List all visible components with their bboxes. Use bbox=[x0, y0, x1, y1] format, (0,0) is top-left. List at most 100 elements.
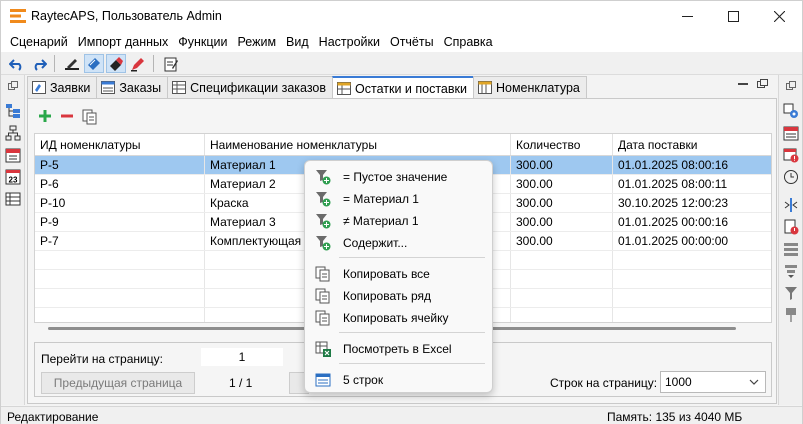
tab-minimize-icon[interactable] bbox=[736, 78, 750, 90]
settings-grid-icon[interactable] bbox=[783, 103, 799, 119]
cell-delivery-date[interactable]: 01.01.2025 00:00:00 bbox=[613, 232, 771, 250]
redo-icon bbox=[34, 58, 47, 71]
column-header-delivery-date[interactable]: Дата поставки bbox=[613, 134, 771, 155]
funnel-icon[interactable] bbox=[783, 285, 799, 301]
edit-mode-button[interactable] bbox=[84, 54, 104, 73]
stock-icon bbox=[337, 82, 352, 95]
tab-label: Заказы bbox=[119, 80, 162, 95]
hierarchy-icon[interactable] bbox=[5, 125, 21, 141]
status-memory: Память: 135 из 4040 МБ bbox=[607, 410, 743, 424]
cell-id[interactable]: P-7 bbox=[35, 232, 205, 250]
close-button[interactable] bbox=[756, 1, 802, 31]
table-icon[interactable] bbox=[5, 191, 21, 207]
menu-mode[interactable]: Режим bbox=[233, 35, 282, 49]
cell-delivery-date[interactable]: 01.01.2025 00:00:16 bbox=[613, 213, 771, 231]
menu-import[interactable]: Импорт данных bbox=[73, 35, 173, 49]
app-window: RaytecAPS, Пользователь Admin Сценарий И… bbox=[0, 0, 803, 424]
cell-id[interactable]: P-9 bbox=[35, 213, 205, 231]
tab-nomenclature[interactable]: Номенклатура bbox=[472, 76, 587, 98]
requests-icon bbox=[32, 81, 46, 94]
date-23-icon[interactable]: 23 bbox=[5, 169, 21, 185]
column-header-id[interactable]: ИД номенклатуры bbox=[35, 134, 205, 155]
goto-page-input[interactable] bbox=[201, 348, 283, 366]
cell-delivery-date[interactable]: 30.10.2025 12:00:23 bbox=[613, 194, 771, 212]
pen-button[interactable] bbox=[62, 54, 82, 73]
tab-label: Остатки и поставки bbox=[355, 81, 467, 96]
menu-scenario[interactable]: Сценарий bbox=[5, 35, 73, 49]
calendar-icon[interactable] bbox=[5, 147, 21, 163]
filter-add-icon bbox=[316, 214, 331, 229]
pin-icon[interactable] bbox=[786, 81, 796, 91]
tab-orders[interactable]: Заказы bbox=[96, 76, 169, 98]
window-title: RaytecAPS, Пользователь Admin bbox=[31, 9, 222, 23]
menu-functions[interactable]: Функции bbox=[173, 35, 232, 49]
cell-delivery-date[interactable]: 01.01.2025 08:00:11 bbox=[613, 175, 771, 193]
marker-button[interactable] bbox=[128, 54, 148, 73]
copy-icon bbox=[315, 266, 330, 282]
schedule-icon[interactable] bbox=[783, 125, 799, 141]
add-icon[interactable] bbox=[38, 109, 52, 123]
filter-not-equals-menu-item[interactable]: ≠ Материал 1 bbox=[309, 210, 490, 231]
menu-view[interactable]: Вид bbox=[281, 35, 314, 49]
cell-quantity[interactable]: 300.00 bbox=[511, 213, 613, 231]
cell-quantity[interactable]: 300.00 bbox=[511, 194, 613, 212]
menu-item-label: Посмотреть в Excel bbox=[343, 342, 452, 356]
menu-separator bbox=[339, 363, 485, 364]
row-count-menu-item[interactable]: 5 строк bbox=[309, 369, 490, 390]
layers-icon[interactable] bbox=[783, 241, 799, 257]
rows-per-page-select[interactable]: 1000 bbox=[660, 371, 766, 393]
maximize-button[interactable] bbox=[710, 1, 756, 31]
maximize-icon bbox=[727, 10, 739, 22]
tab-specifications[interactable]: Спецификации заказов bbox=[167, 76, 334, 98]
cell-id[interactable]: P-6 bbox=[35, 175, 205, 193]
minimize-icon bbox=[681, 15, 693, 17]
menu-settings[interactable]: Настройки bbox=[314, 35, 385, 49]
copy-all-menu-item[interactable]: Копировать все bbox=[309, 263, 490, 284]
cell-quantity[interactable]: 300.00 bbox=[511, 156, 613, 174]
remove-icon[interactable] bbox=[60, 109, 74, 123]
menu-item-label: 5 строк bbox=[343, 373, 384, 387]
pin-icon[interactable] bbox=[8, 81, 18, 91]
erase-button[interactable] bbox=[106, 54, 126, 73]
sort-icon[interactable] bbox=[783, 263, 799, 279]
copy-row-menu-item[interactable]: Копировать ряд bbox=[309, 285, 490, 306]
view-in-excel-menu-item[interactable]: Посмотреть в Excel bbox=[309, 338, 490, 359]
copy-cell-menu-item[interactable]: Копировать ячейку bbox=[309, 307, 490, 328]
column-header-name[interactable]: Наименование номенклатуры bbox=[205, 134, 511, 155]
filter-contains-menu-item[interactable]: Содержит... bbox=[309, 232, 490, 253]
close-icon bbox=[773, 10, 785, 22]
title-bar: RaytecAPS, Пользователь Admin bbox=[1, 1, 802, 31]
rows-per-page-value: 1000 bbox=[665, 375, 692, 389]
filter-equals-menu-item[interactable]: = Материал 1 bbox=[309, 188, 490, 209]
notes-icon bbox=[164, 57, 178, 71]
tab-restore-icon[interactable] bbox=[756, 78, 770, 90]
split-icon[interactable] bbox=[783, 197, 799, 213]
undo-button[interactable] bbox=[7, 54, 27, 73]
cell-quantity[interactable]: 300.00 bbox=[511, 175, 613, 193]
filter-empty-menu-item[interactable]: = Пустое значение bbox=[309, 166, 490, 187]
grid-toolbar bbox=[38, 109, 98, 127]
cell-id[interactable]: P-10 bbox=[35, 194, 205, 212]
menu-help[interactable]: Справка bbox=[439, 35, 498, 49]
tab-bar: Заявки Заказы Спецификации заказов Остат… bbox=[27, 76, 587, 99]
cell-id[interactable]: P-5 bbox=[35, 156, 205, 174]
minimize-button[interactable] bbox=[664, 1, 710, 31]
cell-quantity[interactable]: 300.00 bbox=[511, 232, 613, 250]
copy-icon bbox=[315, 310, 330, 326]
previous-page-button[interactable]: Предыдущая страница bbox=[41, 372, 195, 394]
tree-icon[interactable] bbox=[5, 103, 21, 119]
notes-button[interactable] bbox=[161, 54, 181, 73]
tab-requests[interactable]: Заявки bbox=[27, 76, 98, 98]
doc-warning-icon[interactable] bbox=[783, 219, 799, 235]
menu-reports[interactable]: Отчёты bbox=[385, 35, 439, 49]
orders-icon bbox=[101, 81, 116, 94]
copy-icon[interactable] bbox=[82, 109, 98, 125]
schedule-warning-icon[interactable] bbox=[783, 147, 799, 163]
cell-delivery-date[interactable]: 01.01.2025 08:00:16 bbox=[613, 156, 771, 174]
pin-down-icon[interactable] bbox=[783, 307, 799, 323]
svg-text:23: 23 bbox=[9, 176, 18, 185]
tab-stock-and-deliveries[interactable]: Остатки и поставки bbox=[332, 76, 474, 99]
column-header-quantity[interactable]: Количество bbox=[511, 134, 613, 155]
history-icon[interactable] bbox=[783, 169, 799, 185]
redo-button[interactable] bbox=[29, 54, 49, 73]
